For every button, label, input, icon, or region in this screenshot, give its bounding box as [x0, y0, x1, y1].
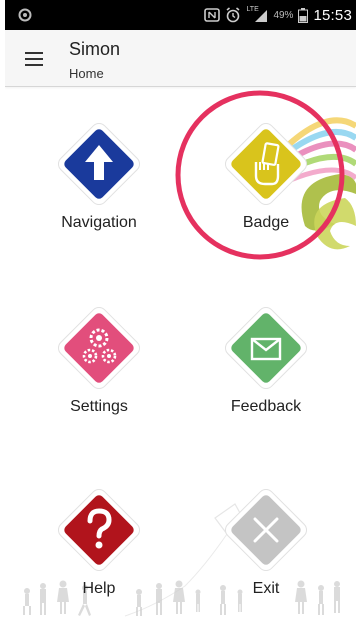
badge-tile[interactable]: Badge: [191, 118, 341, 278]
feedback-tile[interactable]: Feedback: [191, 302, 341, 462]
battery-icon: [298, 7, 309, 23]
feedback-label: Feedback: [230, 398, 302, 415]
navigation-tile[interactable]: Navigation: [24, 118, 174, 278]
app-subtitle: Home: [69, 66, 104, 81]
app-title: Simon: [69, 39, 121, 59]
question-mark-icon: [57, 488, 141, 572]
close-x-icon: [224, 488, 308, 572]
navigation-label: Navigation: [61, 214, 137, 231]
hand-card-icon: [224, 122, 308, 206]
badge-label: Badge: [242, 214, 290, 231]
up-arrow-icon: [57, 122, 141, 206]
status-time: 15:53: [313, 6, 352, 24]
app-bar: Simon Home: [5, 30, 356, 87]
phone-screen: LTE 49% 15:53 Simon Home Navigation Badg…: [5, 0, 356, 637]
hamburger-menu-icon[interactable]: [25, 52, 43, 66]
alarm-icon: [226, 7, 240, 23]
exit-label: Exit: [252, 580, 280, 597]
gears-icon: [57, 306, 141, 390]
status-icons: LTE 49% 15:53: [204, 6, 352, 24]
help-label: Help: [82, 580, 116, 597]
nfc-icon: [204, 8, 221, 22]
settings-tile[interactable]: Settings: [24, 302, 174, 462]
envelope-icon: [224, 306, 308, 390]
lte-signal-icon: LTE: [246, 6, 268, 23]
settings-label: Settings: [70, 398, 128, 415]
battery-percent: 49%: [273, 9, 294, 21]
exit-tile[interactable]: Exit: [191, 484, 341, 637]
android-debug-icon: [18, 8, 32, 22]
help-tile[interactable]: Help: [24, 484, 174, 637]
status-bar: LTE 49% 15:53: [5, 0, 356, 30]
